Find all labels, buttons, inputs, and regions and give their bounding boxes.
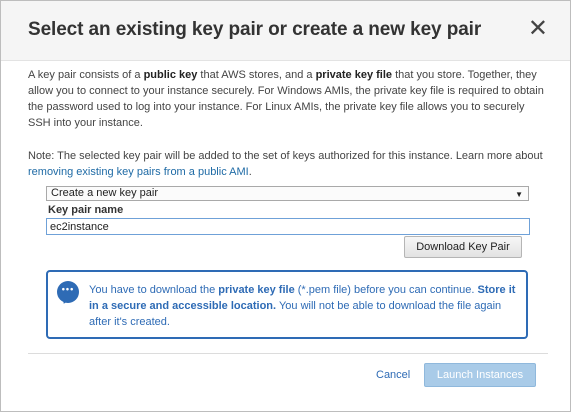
dialog-header: Select an existing key pair or create a … (1, 1, 570, 61)
dropdown-arrow-icon: ▼ (515, 190, 523, 199)
download-key-pair-button[interactable]: Download Key Pair (404, 236, 522, 258)
footer-divider (28, 353, 548, 354)
key-pair-description: A key pair consists of a public key that… (28, 67, 550, 131)
download-info-text: You have to download the private key fil… (89, 282, 519, 330)
description-text: A key pair consists of a (28, 69, 144, 81)
download-info-box: ••• You have to download the private key… (46, 270, 528, 339)
launch-instances-button[interactable]: Launch Instances (424, 363, 536, 387)
key-pair-select-value: Create a new key pair (51, 187, 158, 199)
key-pair-note: Note: The selected key pair will be adde… (28, 148, 550, 180)
info-text: You have to download the (89, 284, 219, 296)
dialog-title: Select an existing key pair or create a … (28, 19, 482, 40)
info-emphasis: private key file (218, 284, 295, 296)
remove-key-pairs-link[interactable]: removing existing key pairs from a publi… (28, 166, 249, 178)
chat-bubble-dots: ••• (61, 284, 75, 294)
key-pair-name-label: Key pair name (48, 204, 124, 216)
key-pair-dialog: Select an existing key pair or create a … (0, 0, 571, 412)
description-text: that AWS stores, and a (197, 69, 316, 81)
info-text: (*.pem file) before you can continue. (294, 284, 478, 296)
key-pair-select[interactable]: Create a new key pair ▼ (46, 186, 529, 201)
private-key-emphasis: private key file (315, 69, 393, 81)
chat-bubble-icon: ••• (57, 281, 79, 306)
note-text: Note: The selected key pair will be adde… (28, 150, 543, 162)
close-icon[interactable]: ✕ (528, 15, 548, 43)
key-pair-name-input[interactable] (46, 218, 530, 235)
note-text: . (248, 166, 252, 178)
public-key-emphasis: public key (143, 69, 198, 81)
chat-bubble-tail (60, 296, 70, 306)
cancel-button[interactable]: Cancel (376, 369, 410, 381)
